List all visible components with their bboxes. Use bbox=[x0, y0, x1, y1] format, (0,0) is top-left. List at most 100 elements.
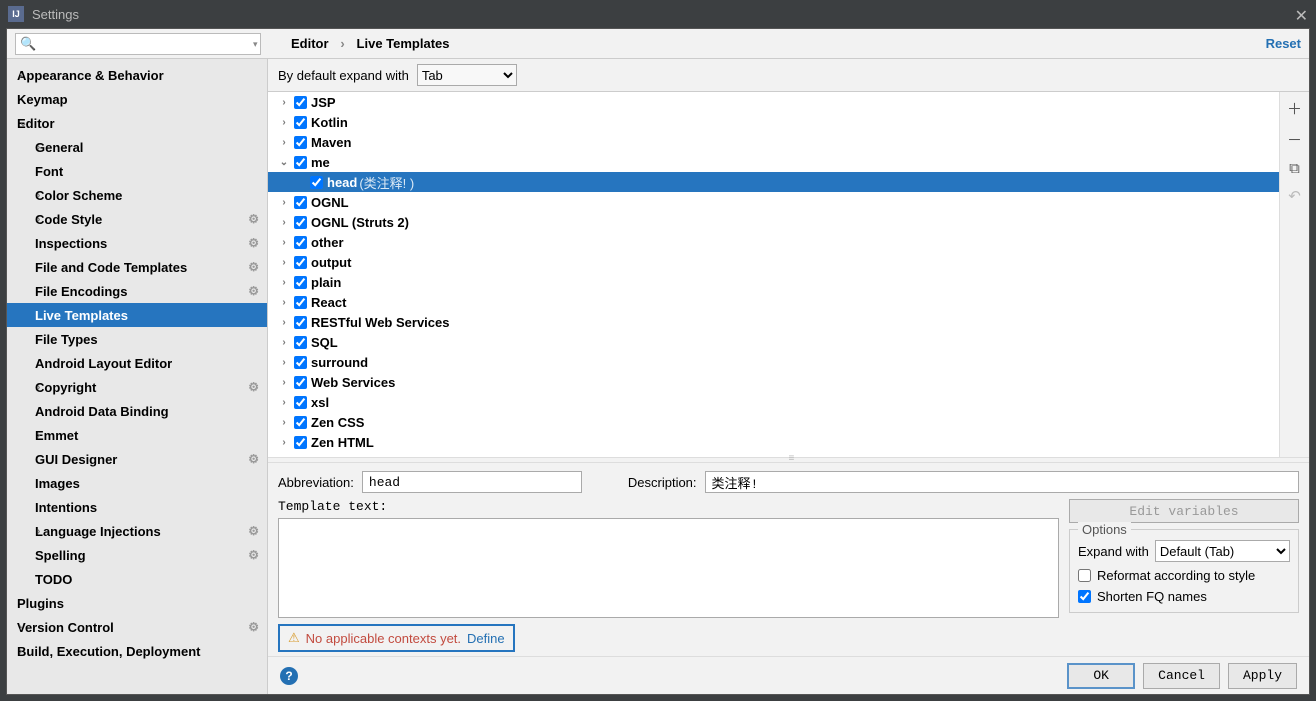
context-row: ⚠ No applicable contexts yet. Define bbox=[278, 624, 1059, 652]
description-input[interactable] bbox=[705, 471, 1299, 493]
sidebar-item[interactable]: TODO bbox=[7, 567, 267, 591]
tree-item-label: JSP bbox=[311, 95, 336, 110]
cancel-button[interactable]: Cancel bbox=[1143, 663, 1220, 689]
tree-toolbar: ＋ － ⧉ ↶ bbox=[1279, 92, 1309, 457]
options-legend: Options bbox=[1078, 522, 1131, 537]
template-group[interactable]: ›Zen HTML bbox=[268, 432, 1279, 452]
sidebar[interactable]: ›Appearance & Behavior Keymap ⌄Editor›Gene… bbox=[7, 59, 268, 694]
sidebar-item[interactable]: ›Version Control⚙ bbox=[7, 615, 267, 639]
template-group[interactable]: ›surround bbox=[268, 352, 1279, 372]
sidebar-item[interactable]: GUI Designer⚙ bbox=[7, 447, 267, 471]
tree-item-label: me bbox=[311, 155, 330, 170]
sidebar-item[interactable]: File Types bbox=[7, 327, 267, 351]
enable-checkbox[interactable] bbox=[294, 156, 307, 169]
sidebar-item[interactable]: ⌄Editor bbox=[7, 111, 267, 135]
sidebar-item[interactable]: Spelling⚙ bbox=[7, 543, 267, 567]
template-group[interactable]: ›Zen CSS bbox=[268, 412, 1279, 432]
template-group[interactable]: ›Kotlin bbox=[268, 112, 1279, 132]
sidebar-item-label: Version Control bbox=[17, 620, 114, 635]
tree-item-label: React bbox=[311, 295, 346, 310]
enable-checkbox[interactable] bbox=[294, 116, 307, 129]
template-group[interactable]: ›xsl bbox=[268, 392, 1279, 412]
sidebar-item[interactable]: File Encodings⚙ bbox=[7, 279, 267, 303]
sidebar-item[interactable]: Keymap bbox=[7, 87, 267, 111]
define-link[interactable]: Define bbox=[467, 631, 505, 646]
template-group[interactable]: ›React bbox=[268, 292, 1279, 312]
template-group[interactable]: ⌄me bbox=[268, 152, 1279, 172]
sidebar-item[interactable]: ›Emmet bbox=[7, 423, 267, 447]
enable-checkbox[interactable] bbox=[294, 336, 307, 349]
enable-checkbox[interactable] bbox=[294, 356, 307, 369]
search-input[interactable] bbox=[15, 33, 261, 55]
template-group[interactable]: ›JSP bbox=[268, 92, 1279, 112]
template-group[interactable]: ›Maven bbox=[268, 132, 1279, 152]
sidebar-item[interactable]: Android Data Binding bbox=[7, 399, 267, 423]
apply-button[interactable]: Apply bbox=[1228, 663, 1297, 689]
reformat-checkbox[interactable] bbox=[1078, 569, 1091, 582]
sidebar-item[interactable]: Font bbox=[7, 159, 267, 183]
sidebar-item[interactable]: ›General bbox=[7, 135, 267, 159]
enable-checkbox[interactable] bbox=[294, 436, 307, 449]
enable-checkbox[interactable] bbox=[294, 96, 307, 109]
sidebar-item[interactable]: Images bbox=[7, 471, 267, 495]
settings-window: 🔍 ▾ Editor › Live Templates Reset ›Appea… bbox=[6, 28, 1310, 695]
sidebar-item[interactable]: Intentions bbox=[7, 495, 267, 519]
shorten-checkbox[interactable] bbox=[1078, 590, 1091, 603]
expand-select[interactable]: Tab bbox=[417, 64, 517, 86]
sidebar-item[interactable]: Android Layout Editor bbox=[7, 351, 267, 375]
enable-checkbox[interactable] bbox=[294, 196, 307, 209]
sidebar-item[interactable]: ›Color Scheme bbox=[7, 183, 267, 207]
expand-arrow-icon: › bbox=[278, 377, 290, 388]
enable-checkbox[interactable] bbox=[294, 316, 307, 329]
sidebar-item[interactable]: ›Copyright⚙ bbox=[7, 375, 267, 399]
template-group[interactable]: ›output bbox=[268, 252, 1279, 272]
sidebar-item[interactable]: Plugins bbox=[7, 591, 267, 615]
template-group[interactable]: ›SQL bbox=[268, 332, 1279, 352]
enable-checkbox[interactable] bbox=[294, 396, 307, 409]
tree-item-label: xsl bbox=[311, 395, 329, 410]
abbreviation-input[interactable] bbox=[362, 471, 582, 493]
template-tree[interactable]: ›JSP›Kotlin›Maven⌄mehead (类注释! )›OGNL›OG… bbox=[268, 92, 1279, 457]
shorten-label: Shorten FQ names bbox=[1097, 589, 1207, 604]
sidebar-item-label: Keymap bbox=[17, 92, 68, 107]
search-dropdown-icon[interactable]: ▾ bbox=[253, 39, 258, 50]
sidebar-item-label: Language Injections bbox=[35, 524, 161, 539]
tree-item-label: surround bbox=[311, 355, 368, 370]
enable-checkbox[interactable] bbox=[294, 136, 307, 149]
sidebar-item[interactable]: ›Appearance & Behavior bbox=[7, 63, 267, 87]
template-item[interactable]: head (类注释! ) bbox=[268, 172, 1279, 192]
sidebar-item[interactable]: Live Templates bbox=[7, 303, 267, 327]
remove-icon[interactable]: － bbox=[1287, 129, 1302, 150]
sidebar-item-label: Color Scheme bbox=[35, 188, 122, 203]
enable-checkbox[interactable] bbox=[294, 416, 307, 429]
close-icon[interactable]: ✕ bbox=[1295, 6, 1308, 26]
enable-checkbox[interactable] bbox=[294, 236, 307, 249]
splitter[interactable] bbox=[268, 457, 1309, 463]
enable-checkbox[interactable] bbox=[294, 276, 307, 289]
sidebar-item[interactable]: File and Code Templates⚙ bbox=[7, 255, 267, 279]
help-icon[interactable]: ? bbox=[280, 667, 298, 685]
template-group[interactable]: ›RESTful Web Services bbox=[268, 312, 1279, 332]
enable-checkbox[interactable] bbox=[294, 296, 307, 309]
expand-arrow-icon: › bbox=[37, 430, 40, 441]
template-group[interactable]: ›OGNL (Struts 2) bbox=[268, 212, 1279, 232]
template-group[interactable]: ›plain bbox=[268, 272, 1279, 292]
expand-with-select[interactable]: Default (Tab) bbox=[1155, 540, 1290, 562]
sidebar-item[interactable]: Inspections⚙ bbox=[7, 231, 267, 255]
reset-link[interactable]: Reset bbox=[1266, 36, 1301, 51]
enable-checkbox[interactable] bbox=[310, 176, 323, 189]
template-text-input[interactable] bbox=[278, 518, 1059, 618]
enable-checkbox[interactable] bbox=[294, 376, 307, 389]
sidebar-item[interactable]: ›Code Style⚙ bbox=[7, 207, 267, 231]
ok-button[interactable]: OK bbox=[1067, 663, 1135, 689]
add-icon[interactable]: ＋ bbox=[1287, 98, 1302, 119]
copy-icon[interactable]: ⧉ bbox=[1289, 160, 1300, 177]
sidebar-item[interactable]: ›Language Injections⚙ bbox=[7, 519, 267, 543]
template-group[interactable]: ›other bbox=[268, 232, 1279, 252]
enable-checkbox[interactable] bbox=[294, 216, 307, 229]
gear-icon: ⚙ bbox=[248, 236, 259, 250]
sidebar-item[interactable]: ›Build, Execution, Deployment bbox=[7, 639, 267, 663]
template-group[interactable]: ›OGNL bbox=[268, 192, 1279, 212]
enable-checkbox[interactable] bbox=[294, 256, 307, 269]
template-group[interactable]: ›Web Services bbox=[268, 372, 1279, 392]
